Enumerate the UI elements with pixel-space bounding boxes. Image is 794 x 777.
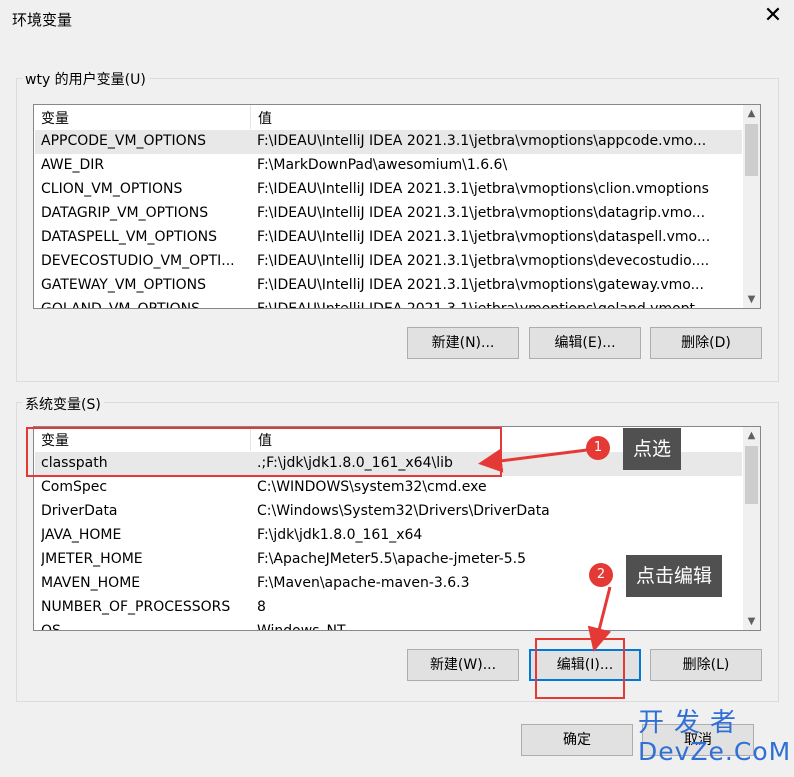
arrow-to-edit-button (587, 586, 612, 652)
watermark-line2: DevZe.CoM (638, 737, 792, 766)
environment-variables-dialog: { "window": { "title": "环境变量", "close_sy… (0, 0, 794, 777)
step-2-callout: 点击编辑 (626, 555, 723, 597)
annotation-arrows (478, 448, 612, 652)
step-2-badge: 2 (589, 563, 613, 587)
watermark-logo: 开发者 DevZe.CoM (638, 708, 792, 766)
arrow-to-classpath (478, 448, 588, 473)
watermark-line1: 开发者 (638, 708, 747, 738)
step-1-badge: 1 (586, 436, 610, 460)
step-1-callout: 点选 (623, 428, 682, 470)
